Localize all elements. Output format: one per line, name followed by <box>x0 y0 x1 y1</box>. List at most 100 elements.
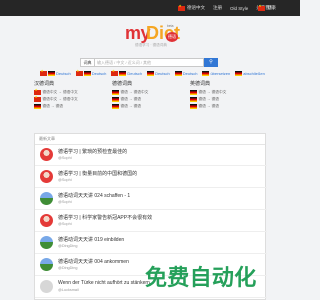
quick-link-label: Deutsch <box>182 71 198 76</box>
avatar <box>40 258 53 271</box>
login-label: 登录 <box>267 5 276 10</box>
china-flag-icon <box>258 4 265 11</box>
germany-flag-icon <box>112 97 119 102</box>
column-link-label: 德语 → 德语 <box>198 97 220 101</box>
china-flag-icon <box>40 69 47 76</box>
quick-link-label: abschließen <box>243 71 265 76</box>
china-flag-icon <box>111 69 119 76</box>
column-link-label: 德语 → 德语 <box>120 97 142 101</box>
avatar <box>40 214 53 227</box>
germany-flag-icon <box>190 90 197 95</box>
china-flag-icon <box>34 95 41 102</box>
quick-link-label: Deutsch <box>91 71 107 76</box>
item-user[interactable]: @DingDing <box>58 266 77 270</box>
watermark-text: 免费自动化 <box>145 265 257 290</box>
column-link-label: 德语 → 德语 <box>198 104 220 108</box>
avatar <box>40 236 53 249</box>
quick-link-label: Deutsch <box>127 71 143 76</box>
item-title[interactable]: 德语动词天天讲 024 schaffen - 1 <box>58 192 130 199</box>
column-link[interactable]: 德语 → 德语 <box>190 103 264 110</box>
dictionary-column-de-de: 德德词典 德语 → 德语中文 德语 → 德语 德语 → 德语 <box>112 80 186 110</box>
item-user[interactable]: @Sophi <box>58 200 72 204</box>
dictionary-column-en-de: 英德词典 德语 → 德语中文 德语 → 德语 德语 → 德语 <box>190 80 264 110</box>
item-title[interactable]: 德语动词天天讲 019 einbilden <box>58 236 124 243</box>
item-user[interactable]: @Lucksmail <box>58 288 79 292</box>
germany-flag-icon <box>190 97 197 102</box>
quick-link[interactable]: Deutsch <box>147 71 170 76</box>
avatar <box>40 192 53 205</box>
logo-beta-tag: beta <box>167 24 174 28</box>
germany-flag-icon <box>235 71 243 76</box>
nav-register-link[interactable]: 注册 <box>213 5 222 11</box>
login-link[interactable]: 登录 <box>258 4 276 11</box>
germany-flag-icon <box>83 71 91 76</box>
column-link[interactable]: 德语 → 德语 <box>112 96 186 103</box>
dictionary-column-zh-de: 汉德词典 德语中文 → 德语中文 德语中文 → 德语中文 德语 → 德语 <box>34 80 108 110</box>
item-user[interactable]: @DingDing <box>58 244 77 248</box>
germany-flag-icon <box>112 104 119 109</box>
quick-link[interactable]: Deutsch <box>174 71 198 76</box>
china-flag-icon <box>75 69 83 76</box>
quick-link[interactable]: Deutsch <box>40 69 71 76</box>
quick-link[interactable]: übersetzen <box>202 71 230 76</box>
column-link-label: 德语中文 → 德语中文 <box>42 90 78 94</box>
item-title[interactable]: Wenn der Türke nicht aufhört zu stänkern… <box>58 280 154 286</box>
germany-flag-icon <box>202 71 210 76</box>
logo-badge: 德语 <box>166 32 178 42</box>
list-item[interactable]: 德语学习 | 科学家警告新冠APP不会很有效 @Sophi <box>35 210 267 232</box>
item-title[interactable]: 德语学习 | 繁琐的预检查最佳的 <box>58 148 127 155</box>
language-switch[interactable]: 德语中文 <box>178 4 205 11</box>
china-flag-icon <box>34 88 41 95</box>
logo-subtitle: 德语学习 · 德语词典 <box>135 43 167 47</box>
item-title[interactable]: 德语学习 | 科学家警告新冠APP不会很有效 <box>58 214 152 221</box>
quick-link-label: übersetzen <box>210 71 231 76</box>
column-link-label: 德语 → 德语 <box>42 104 64 108</box>
china-flag-icon <box>178 4 185 11</box>
site-logo[interactable]: my Dict beta 德语 德语学习 · 德语词典 <box>125 24 180 54</box>
column-link[interactable]: 德语 → 德语 <box>34 103 108 110</box>
language-label: 德语中文 <box>187 5 205 10</box>
avatar <box>40 148 53 161</box>
column-link[interactable]: 德语中文 → 德语中文 <box>34 95 108 103</box>
column-link[interactable]: 德语中文 → 德语中文 <box>34 88 108 96</box>
germany-flag-icon <box>34 104 41 109</box>
column-link[interactable]: 德语 → 德语 <box>190 96 264 103</box>
item-user[interactable]: @Sophi <box>58 178 72 182</box>
item-title[interactable]: 德语学习 | 衡量目前的中国和德国的 <box>58 170 137 177</box>
column-title: 汉德词典 <box>34 81 55 87</box>
germany-flag-icon <box>174 71 182 76</box>
watermark-overlay: 免费自动化 <box>145 265 295 293</box>
item-user[interactable]: @Sophi <box>58 156 72 160</box>
quick-link-label: Deutsch <box>155 71 170 76</box>
search-icon: ⚲ <box>209 59 213 65</box>
search-button[interactable]: ⚲ <box>204 58 218 67</box>
list-item[interactable]: 德语动词天天讲 024 schaffen - 1 @Sophi <box>35 188 267 210</box>
item-user[interactable]: @Sophi <box>58 222 72 226</box>
search-input[interactable]: 输入德语 / 中文 / 近义词 / 其他 <box>94 58 204 67</box>
column-link-label: 德语 → 德语 <box>120 104 142 108</box>
item-title[interactable]: 德语动词天天讲 004 ankommen <box>58 258 129 265</box>
germany-flag-icon <box>119 71 127 76</box>
germany-flag-icon <box>147 71 155 76</box>
quick-link[interactable]: Deutsch <box>75 69 107 76</box>
column-link-label: 德语中文 → 德语中文 <box>42 97 78 101</box>
avatar <box>40 170 53 183</box>
column-link[interactable]: 德语 → 德语 <box>112 103 186 110</box>
nav-old-style-link[interactable]: Old Style <box>230 6 248 11</box>
germany-flag-icon <box>190 104 197 109</box>
column-link[interactable]: 德语 → 德语中文 <box>112 89 186 96</box>
list-item[interactable]: 德语学习 | 衡量目前的中国和德国的 @Sophi <box>35 166 267 188</box>
column-link-label: 德语 → 德语中文 <box>198 90 227 94</box>
list-item[interactable]: 德语学习 | 繁琐的预检查最佳的 @Sophi <box>35 144 267 166</box>
list-item[interactable]: 德语动词天天讲 019 einbilden @DingDing <box>35 232 267 254</box>
quick-link-label: Deutsch <box>56 71 71 76</box>
column-link-label: 德语 → 德语中文 <box>120 90 149 94</box>
avatar <box>40 280 53 293</box>
quick-link[interactable]: abschließen <box>235 71 265 76</box>
dictionary-select-button[interactable]: 词典 <box>80 58 94 67</box>
germany-flag-icon <box>112 90 119 95</box>
column-title: 德德词典 <box>112 81 133 87</box>
column-title: 英德词典 <box>190 81 211 87</box>
column-link[interactable]: 德语 → 德语中文 <box>190 89 264 96</box>
quick-link[interactable]: Deutsch <box>111 69 143 76</box>
